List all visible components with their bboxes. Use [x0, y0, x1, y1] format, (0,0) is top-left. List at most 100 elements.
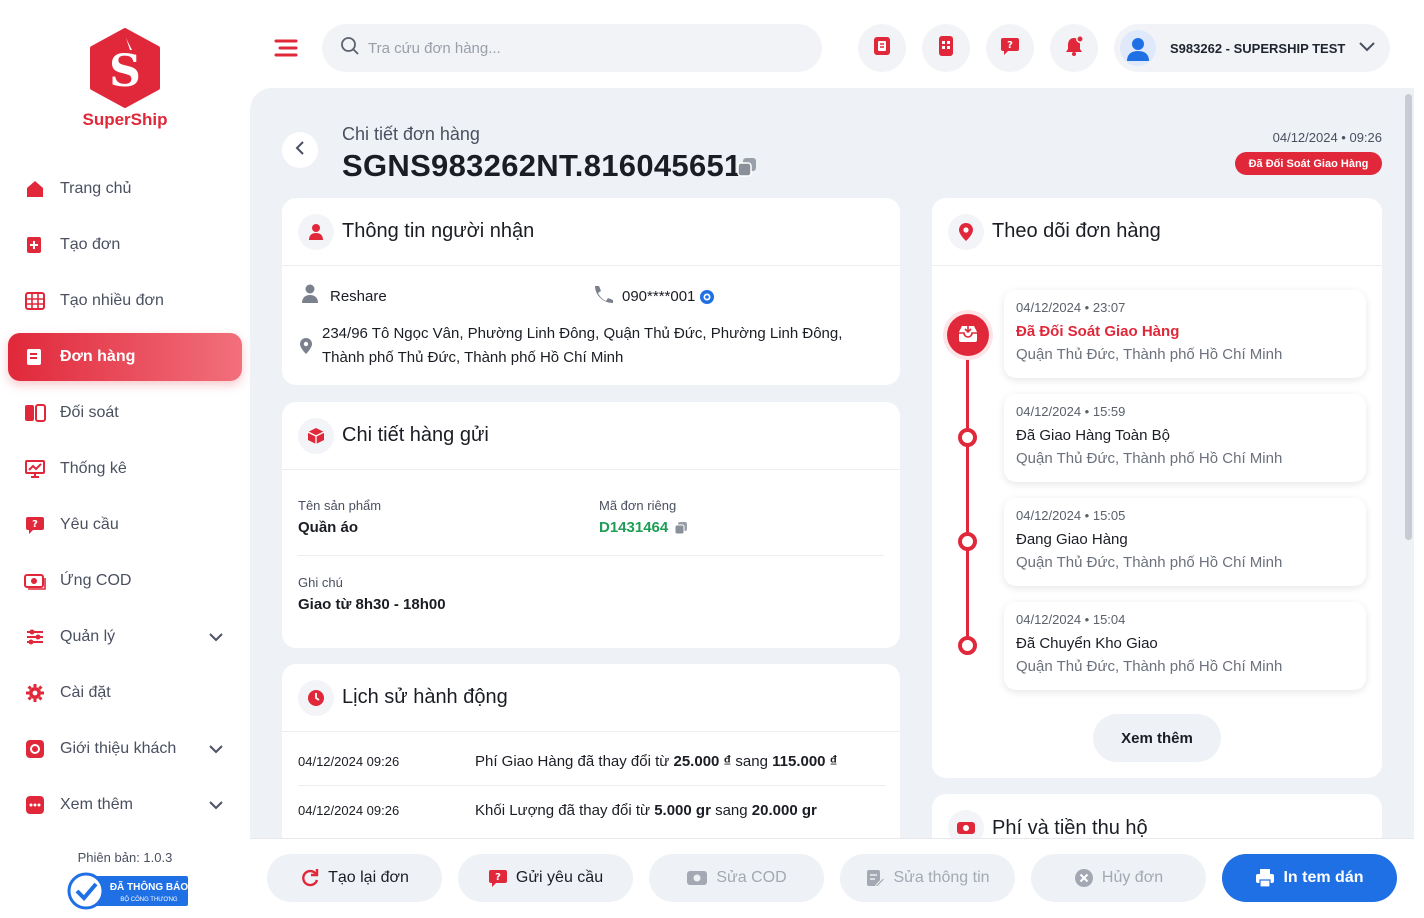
custom-code-value: D1431464	[599, 519, 669, 536]
card-header: Chi tiết hàng gửi	[282, 402, 900, 470]
timeline-event: 04/12/2024 • 15:59 Đã Giao Hàng Toàn Bộ …	[1004, 394, 1366, 482]
card-header: Lịch sử hành động	[282, 664, 900, 732]
history-new-value: 115.000 ₫	[772, 752, 838, 770]
chevron-down-icon[interactable]	[208, 741, 224, 759]
recreate-order-button[interactable]: Tạo lại đơn	[267, 854, 442, 902]
top-support-button[interactable]: ?	[986, 24, 1034, 72]
referral-icon	[24, 738, 46, 760]
chevron-down-icon[interactable]	[208, 797, 224, 815]
chevron-down-icon[interactable]	[208, 629, 224, 647]
card-title: Phí và tiền thu hộ	[992, 816, 1148, 839]
create-order-icon	[24, 234, 46, 256]
gov-badge-line2: BỘ CÔNG THƯƠNG	[120, 896, 177, 903]
timeline-event: 04/12/2024 • 15:05 Đang Giao Hàng Quận T…	[1004, 498, 1366, 586]
sidebar-item-bulk-create[interactable]: Tạo nhiều đơn	[8, 277, 242, 325]
recipient-name-row: Reshare	[302, 284, 387, 309]
event-status: Đã Giao Hàng Toàn Bộ	[1016, 427, 1170, 444]
sidebar-item-label: Quản lý	[60, 628, 116, 645]
sidebar-item-label: Trang chủ	[60, 180, 132, 197]
sidebar-item-label: Cài đặt	[60, 684, 111, 701]
question-icon: ?	[1000, 36, 1020, 61]
timeline-dot	[958, 532, 977, 551]
location-pin-icon	[300, 338, 312, 370]
event-location: Quận Thủ Đức, Thành phố Hồ Chí Minh	[1016, 346, 1283, 363]
page-subtitle: Chi tiết đơn hàng	[342, 124, 480, 144]
search-icon	[340, 36, 360, 61]
sidebar-item-home[interactable]: Trang chủ	[8, 165, 242, 213]
eye-icon[interactable]	[699, 289, 715, 305]
note-value: Giao từ 8h30 - 18h00	[298, 596, 446, 613]
timeline-line	[966, 336, 969, 648]
history-row: 04/12/2024 09:26 Phí Giao Hàng đã thay đ…	[298, 737, 886, 786]
supership-logo[interactable]: S	[86, 28, 164, 108]
send-request-button[interactable]: ? Gửi yêu cầu	[458, 854, 633, 902]
inbox-icon	[957, 323, 979, 348]
sidebar-item-management[interactable]: Quản lý	[8, 613, 242, 661]
event-status: Đang Giao Hàng	[1016, 531, 1128, 548]
sidebar-item-label: Đối soát	[60, 404, 119, 421]
timeline-event: 04/12/2024 • 15:04 Đã Chuyển Kho Giao Qu…	[1004, 602, 1366, 690]
product-value: Quần áo	[298, 519, 359, 536]
sidebar-item-label: Tạo nhiều đơn	[60, 292, 164, 309]
question-icon: ?	[24, 514, 46, 536]
sidebar-item-statistics[interactable]: Thống kê	[8, 445, 242, 493]
button-label: Tạo lại đơn	[328, 869, 409, 886]
svg-text:?: ?	[1007, 40, 1013, 51]
event-time: 04/12/2024 • 23:07	[1016, 300, 1126, 315]
sidebar-item-label: Thống kê	[60, 460, 127, 477]
sidebar: S SuperShip Trang chủ Tạo đơn Tạo nhiều …	[0, 0, 250, 918]
search-input[interactable]	[368, 39, 788, 57]
copy-icon[interactable]	[674, 521, 688, 535]
user-menu[interactable]: S983262 - SUPERSHIP TEST	[1114, 24, 1390, 72]
back-button[interactable]	[282, 132, 318, 168]
chevron-down-icon[interactable]	[1358, 40, 1376, 58]
card-title: Lịch sử hành động	[342, 686, 508, 708]
sidebar-item-requests[interactable]: ? Yêu cầu	[8, 501, 242, 549]
top-mobile-button[interactable]	[922, 24, 970, 72]
recipient-address-line1: 234/96 Tô Ngọc Vân, Phường Linh Đông, Qu…	[322, 325, 843, 342]
event-time: 04/12/2024 • 15:05	[1016, 508, 1126, 523]
event-location: Quận Thủ Đức, Thành phố Hồ Chí Minh	[1016, 450, 1283, 467]
printer-icon	[1255, 868, 1275, 888]
copy-icon[interactable]	[736, 156, 758, 183]
recipient-phone: 090****001	[622, 288, 696, 305]
user-icon	[298, 213, 334, 250]
gov-registered-badge[interactable]: ĐÃ THÔNG BÁO BỘ CÔNG THƯƠNG	[66, 872, 190, 910]
cancel-order-button[interactable]: Hủy đơn	[1031, 854, 1206, 902]
event-location: Quận Thủ Đức, Thành phố Hồ Chí Minh	[1016, 554, 1283, 571]
scrollbar[interactable]	[1405, 94, 1412, 540]
timeline-current-marker	[947, 314, 989, 356]
box-icon	[298, 417, 334, 454]
sidebar-item-label: Giới thiệu khách	[60, 740, 177, 757]
history-new-value: 20.000 gr	[751, 802, 817, 819]
sidebar-item-orders[interactable]: Đơn hàng	[8, 333, 242, 381]
reconcile-icon	[24, 402, 46, 424]
menu-toggle-icon[interactable]	[274, 36, 298, 60]
close-circle-icon	[1074, 868, 1094, 888]
sidebar-item-settings[interactable]: Cài đặt	[8, 669, 242, 717]
sidebar-item-label: Ứng COD	[60, 572, 132, 589]
edit-cod-button[interactable]: Sửa COD	[649, 854, 824, 902]
see-more-button[interactable]: Xem thêm	[1093, 714, 1221, 762]
edit-info-button[interactable]: Sửa thông tin	[840, 854, 1015, 902]
button-label: Hủy đơn	[1101, 869, 1164, 886]
history-message: Khối Lượng đã thay đổi từ 5.000 gr sang …	[475, 802, 817, 819]
top-notification-button[interactable]	[1050, 24, 1098, 72]
recipient-phone-row: 090****001	[592, 284, 715, 309]
sidebar-item-more[interactable]: Xem thêm	[8, 781, 242, 829]
sidebar-item-reconcile[interactable]: Đối soát	[8, 389, 242, 437]
cash-icon	[24, 570, 46, 592]
recipient-card: Thông tin người nhận Reshare 090****001 …	[282, 198, 900, 385]
mobile-app-icon	[938, 35, 954, 62]
more-icon	[24, 794, 46, 816]
history-date: 04/12/2024 09:26	[298, 803, 400, 818]
sidebar-item-create-order[interactable]: Tạo đơn	[8, 221, 242, 269]
history-message-prefix: Khối Lượng đã thay đổi từ	[475, 802, 655, 819]
sidebar-item-referral[interactable]: Giới thiệu khách	[8, 725, 242, 773]
order-search[interactable]	[322, 24, 822, 72]
top-doc-button[interactable]	[858, 24, 906, 72]
phone-icon	[592, 284, 614, 309]
print-label-button[interactable]: In tem dán	[1222, 854, 1397, 902]
sidebar-item-label: Yêu cầu	[60, 516, 119, 533]
sidebar-item-cod-advance[interactable]: Ứng COD	[8, 557, 242, 605]
